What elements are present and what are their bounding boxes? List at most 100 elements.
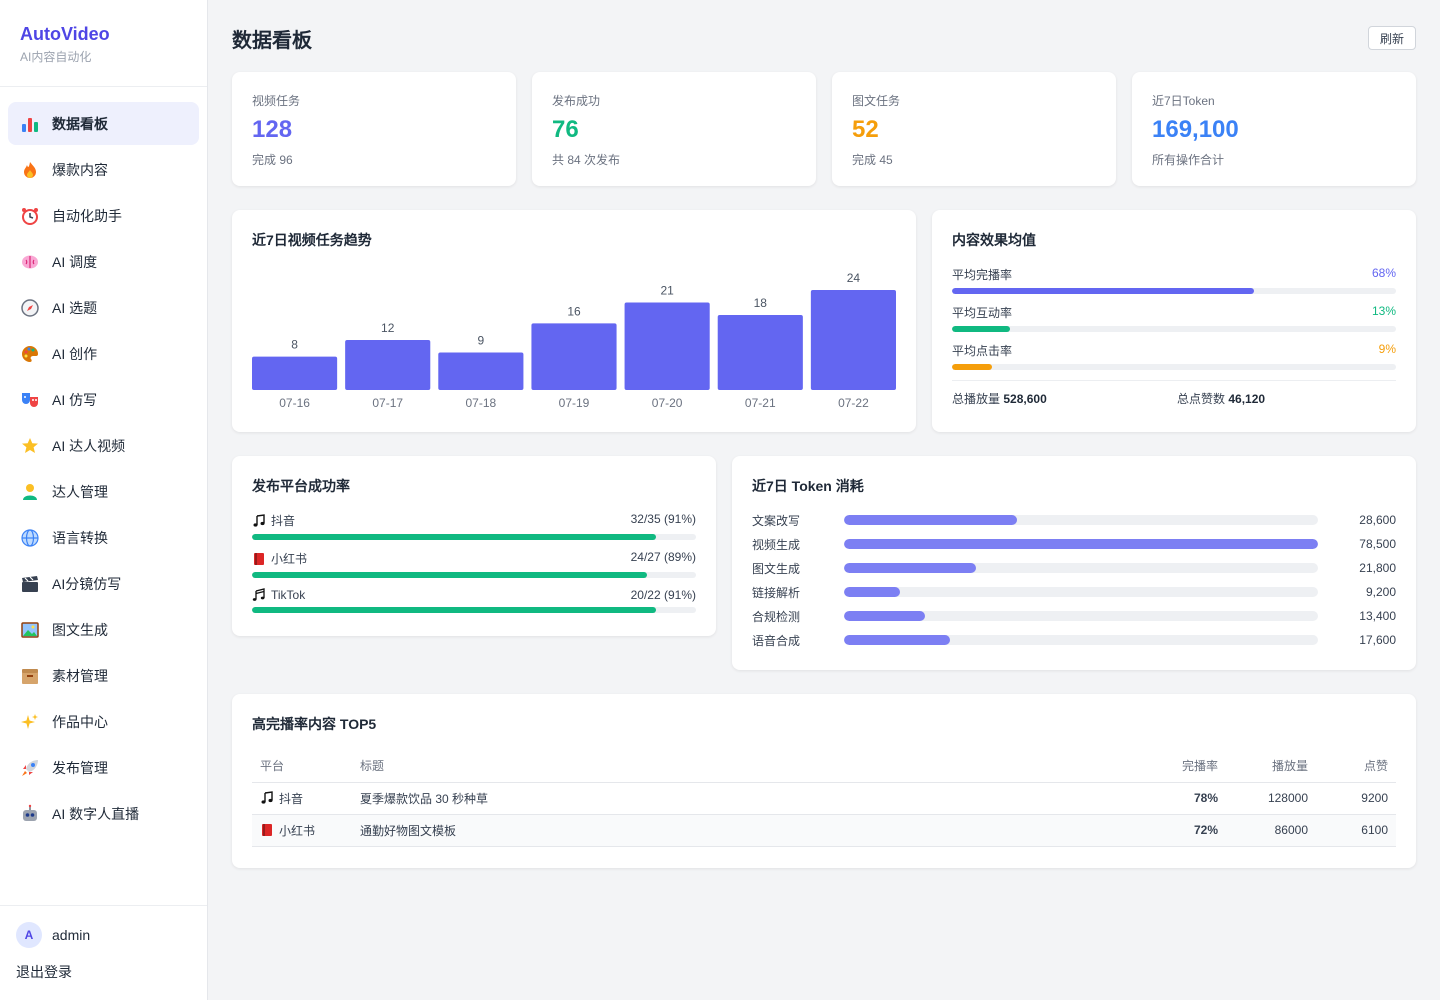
data-label: 21: [660, 284, 674, 298]
column-header-plays[interactable]: 播放量: [1226, 750, 1316, 783]
stat-sub: 共 84 次发布: [552, 153, 621, 167]
star-icon: [20, 436, 40, 456]
token-value: 21,800: [1359, 561, 1396, 575]
x-tick-label: 07-20: [652, 396, 683, 410]
sidebar-item-language-conversion[interactable]: 语言转换: [8, 516, 199, 559]
main-content: 数据看板 刷新 视频任务 128 完成 96 发布成功 76 共 84 次发布 …: [208, 0, 1440, 1000]
sidebar-item-works-center[interactable]: 作品中心: [8, 700, 199, 743]
metric-completion-rate: 平均完播率 68%: [952, 266, 1396, 294]
card-title: 近7日 Token 消耗: [752, 478, 864, 494]
music-note-icon: [260, 791, 274, 805]
sidebar-item-ai-topic[interactable]: AI 选题: [8, 286, 199, 329]
sidebar-item-influencer-management[interactable]: 达人管理: [8, 470, 199, 513]
sidebar: AutoVideo AI内容自动化 数据看板 爆款内容 自动化助手 AI 调度 …: [0, 0, 208, 1000]
sidebar-item-ai-imitation[interactable]: AI 仿写: [8, 378, 199, 421]
token-bar: [844, 635, 951, 645]
table-header-row: 平台 标题 完播率 播放量 点赞: [252, 750, 1396, 783]
sidebar-item-ai-scheduling[interactable]: AI 调度: [8, 240, 199, 283]
stat-label: 视频任务: [252, 94, 301, 108]
token-track: [844, 515, 1318, 525]
table-row[interactable]: 抖音 夏季爆款饮品 30 秒种草 78% 128000 9200: [252, 782, 1396, 815]
cell-platform: 抖音: [252, 782, 352, 815]
avatar: A: [16, 922, 42, 948]
top5-content-card: 高完播率内容 TOP5 平台 标题 完播率 播放量 点赞 抖音 夏季爆款饮品 3…: [232, 694, 1416, 868]
bar-07-19[interactable]: [531, 323, 617, 390]
token-bar: [844, 563, 976, 573]
sidebar-item-ai-storyboard[interactable]: AI分镜仿写: [8, 562, 199, 605]
stat-card-image-text-tasks: 图文任务 52 完成 45: [832, 72, 1116, 186]
column-header-likes[interactable]: 点赞: [1316, 750, 1396, 783]
sidebar-item-ai-digital-human-live[interactable]: AI 数字人直播: [8, 792, 199, 835]
bar-07-18[interactable]: [438, 352, 524, 391]
table-row[interactable]: 小红书 通勤好物图文模板 72% 86000 6100: [252, 814, 1396, 847]
progress-fill: [952, 326, 1010, 332]
effect-totals: 总播放量 528,600 总点赞数 46,120: [952, 380, 1396, 407]
metric-label: 平均互动率: [952, 306, 1013, 320]
sidebar-item-dashboard[interactable]: 数据看板: [8, 102, 199, 145]
bar-07-17[interactable]: [345, 340, 431, 390]
card-title: 近7日视频任务趋势: [252, 232, 372, 248]
sidebar-item-label: 作品中心: [52, 713, 108, 730]
sidebar-item-publish-management[interactable]: 发布管理: [8, 746, 199, 789]
alarm-clock-icon: [20, 206, 40, 226]
bar-07-21[interactable]: [717, 315, 803, 390]
content-effect-card: 内容效果均值 平均完播率 68% 平均互动率 13% 平均点击率 9% 总播放量…: [932, 210, 1416, 432]
page-title: 数据看板: [232, 30, 312, 52]
bar-07-22[interactable]: [810, 290, 896, 390]
platform-row-douyin: 抖音 32/35 (91%): [252, 512, 696, 540]
cell-rate: 72%: [1136, 814, 1226, 847]
progress-track: [952, 288, 1396, 294]
token-label: 链接解析: [752, 585, 801, 600]
sidebar-item-label: AI 达人视频: [52, 437, 126, 454]
platform-name: 小红书: [271, 552, 308, 566]
user-profile[interactable]: A admin: [16, 922, 191, 948]
bar-07-20[interactable]: [624, 302, 710, 391]
sidebar-item-label: AI 选题: [52, 299, 98, 316]
total-likes-label: 总点赞数: [1177, 392, 1226, 406]
sidebar-nav: 数据看板 爆款内容 自动化助手 AI 调度 AI 选题 AI 创作 AI 仿写 …: [0, 87, 207, 835]
bar-07-16[interactable]: [252, 356, 338, 390]
column-header-rate[interactable]: 完播率: [1136, 750, 1226, 783]
refresh-button[interactable]: 刷新: [1368, 26, 1416, 50]
sidebar-item-viral-content[interactable]: 爆款内容: [8, 148, 199, 191]
platform-name: 抖音: [279, 791, 304, 806]
token-label: 图文生成: [752, 561, 801, 576]
metric-value: 13%: [1371, 304, 1396, 318]
card-title: 内容效果均值: [952, 232, 1036, 248]
token-label: 合规检测: [752, 609, 801, 624]
sidebar-item-ai-influencer-video[interactable]: AI 达人视频: [8, 424, 199, 467]
progress-fill: [252, 572, 648, 578]
progress-track: [952, 364, 1396, 370]
metric-click-rate: 平均点击率 9%: [952, 342, 1396, 370]
sidebar-item-material-management[interactable]: 素材管理: [8, 654, 199, 697]
stat-label: 图文任务: [852, 94, 901, 108]
column-header-title[interactable]: 标题: [352, 750, 1136, 783]
palette-icon: [20, 344, 40, 364]
music-note-icon: [252, 513, 266, 528]
metric-value: 9%: [1378, 342, 1396, 356]
column-header-platform[interactable]: 平台: [252, 750, 352, 783]
stat-card-token: 近7日Token 169,100 所有操作合计: [1132, 72, 1416, 186]
brain-icon: [20, 252, 40, 272]
platform-row-xiaohongshu: 小红书 24/27 (89%): [252, 550, 696, 578]
total-likes: 总点赞数 46,120: [1177, 390, 1265, 407]
sidebar-item-label: 数据看板: [52, 115, 108, 132]
token-track: [844, 539, 1318, 549]
sidebar-item-automation[interactable]: 自动化助手: [8, 194, 199, 237]
sidebar-item-image-text-generation[interactable]: 图文生成: [8, 608, 199, 651]
sidebar-item-label: AI 创作: [52, 345, 98, 362]
total-plays: 总播放量 528,600: [952, 390, 1177, 407]
token-row: 图文生成 21,800: [752, 560, 1396, 576]
total-plays-value: 528,600: [1003, 392, 1047, 406]
logout-link[interactable]: 退出登录: [16, 962, 191, 982]
sidebar-item-label: 发布管理: [52, 759, 108, 776]
platform-row-tiktok: TikTok 20/22 (91%): [252, 588, 696, 613]
sidebar-item-ai-creation[interactable]: AI 创作: [8, 332, 199, 375]
metric-label: 平均点击率: [952, 344, 1013, 358]
cell-platform: 小红书: [252, 814, 352, 847]
stat-value: 128: [252, 116, 293, 143]
clapper-icon: [20, 574, 40, 594]
platform-name: 小红书: [279, 823, 316, 838]
brand-name[interactable]: AutoVideo: [20, 22, 187, 46]
cell-rate: 78%: [1136, 782, 1226, 815]
